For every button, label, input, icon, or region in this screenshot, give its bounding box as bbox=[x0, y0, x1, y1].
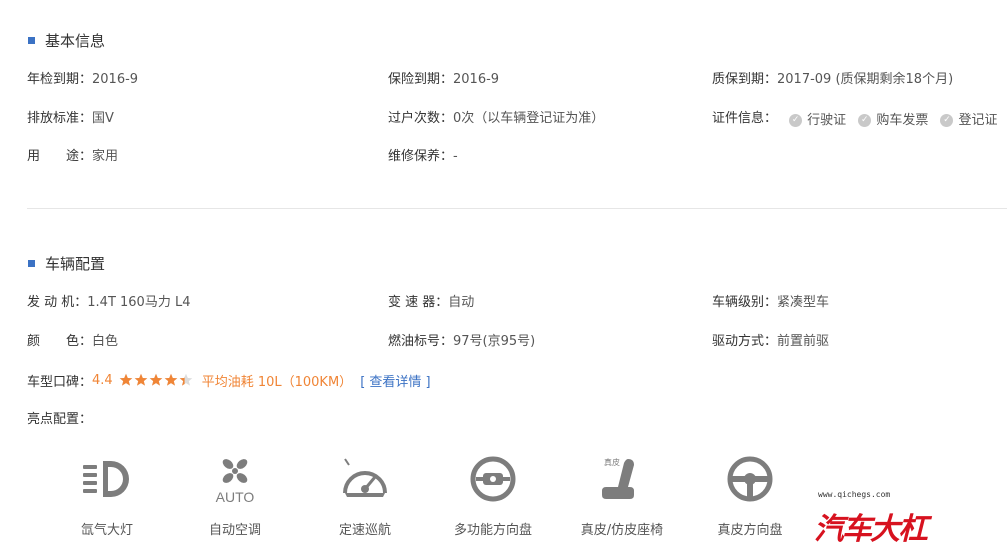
feature-name: 氙气大灯 bbox=[80, 523, 133, 538]
emission-standard: 排放标准：国V bbox=[27, 111, 114, 126]
basic-info-row-2: 排放标准：国V 过户次数：0次（以车辆登记证为准） 证件信息： ✓ 行驶证 ✓ 购车… bbox=[0, 109, 1007, 129]
leather-seat-icon: 真皮 bbox=[602, 457, 634, 499]
watermark-url: www.qichegs.com bbox=[818, 490, 891, 499]
certificate-driving-license: ✓ 行驶证 bbox=[789, 111, 846, 131]
certificate-registration: ✓ 登记证 bbox=[940, 111, 997, 131]
star-icon bbox=[119, 373, 133, 386]
warranty-expiry: 质保到期：2017-09 (质保期剩余18个月) bbox=[712, 72, 954, 87]
feature-name: 自动空调 bbox=[208, 523, 261, 538]
check-circle-icon: ✓ bbox=[940, 114, 954, 127]
feature-leather-wheel: 真皮方向盘 bbox=[695, 453, 805, 538]
usage: 用 途：家用 bbox=[27, 149, 119, 164]
engine: 发 动 机：1.4T 160马力 L4 bbox=[27, 295, 191, 310]
rating-score: 4.4 bbox=[92, 372, 113, 388]
check-circle-icon: ✓ bbox=[858, 114, 872, 127]
section-marker bbox=[28, 37, 35, 44]
feature-name: 多功能方向盘 bbox=[453, 523, 532, 538]
highlight-config-label: 亮点配置： bbox=[27, 412, 93, 427]
watermark-text: 汽车大杠 bbox=[814, 512, 928, 547]
basic-info-title: 基本信息 bbox=[28, 30, 105, 51]
certificate-purchase-invoice: ✓ 购车发票 bbox=[858, 111, 928, 131]
feature-auto-ac: AUTO 自动空调 bbox=[180, 453, 290, 538]
rating-stars bbox=[119, 373, 194, 387]
maintenance: 维修保养：- bbox=[388, 149, 458, 164]
fuel-grade: 燃油标号：97号(京95号) bbox=[388, 334, 536, 349]
vehicle-config-row-1: 发 动 机：1.4T 160马力 L4 变 速 器：自动 车辆级别：紧凑型车 bbox=[0, 293, 1007, 313]
leather-wheel-icon bbox=[727, 456, 773, 502]
transmission: 变 速 器：自动 bbox=[388, 295, 475, 310]
transfer-count: 过户次数：0次（以车辆登记证为准） bbox=[388, 111, 605, 126]
section-divider bbox=[27, 208, 1007, 209]
vehicle-class: 车辆级别：紧凑型车 bbox=[712, 295, 830, 310]
star-icon bbox=[134, 373, 148, 386]
feature-name: 定速巡航 bbox=[338, 523, 391, 538]
feature-name: 真皮/仿皮座椅 bbox=[580, 523, 664, 538]
star-icon bbox=[149, 373, 163, 386]
color: 颜 色：白色 bbox=[27, 334, 119, 349]
model-rating: 车型口碑： 4.4 平均油耗 10L（100KM） [ 查看详情 ] bbox=[27, 371, 431, 390]
site-watermark-logo: www.qichegs.com 汽车大杠 bbox=[814, 490, 974, 550]
feature-cruise-control: 定速巡航 bbox=[310, 453, 420, 538]
drive-type: 驱动方式：前置前驱 bbox=[712, 334, 830, 349]
multifunction-wheel-icon bbox=[470, 456, 516, 502]
cruise-control-icon bbox=[343, 458, 387, 497]
auto-ac-icon: AUTO bbox=[216, 459, 255, 505]
svg-text:AUTO: AUTO bbox=[216, 489, 255, 505]
xenon-headlight-icon bbox=[83, 461, 129, 497]
basic-info-row-1: 年检到期：2016-9 保险到期：2016-9 质保到期：2017-09 (质保… bbox=[0, 70, 1007, 90]
basic-info-row-3: 用 途：家用 维修保养：- bbox=[0, 147, 1007, 167]
vehicle-config-row-2: 颜 色：白色 燃油标号：97号(京95号) 驱动方式：前置前驱 bbox=[0, 332, 1007, 352]
feature-leather-seat: 真皮 真皮/仿皮座椅 bbox=[567, 453, 677, 538]
inspection-expiry: 年检到期：2016-9 bbox=[27, 72, 139, 87]
feature-xenon-headlight: 氙气大灯 bbox=[52, 453, 162, 538]
average-fuel-consumption: 平均油耗 10L（100KM） bbox=[201, 374, 353, 390]
certificate-info: 证件信息： ✓ 行驶证 ✓ 购车发票 ✓ 登记证 bbox=[712, 109, 997, 131]
star-icon bbox=[179, 373, 193, 386]
feature-name: 真皮方向盘 bbox=[717, 523, 783, 538]
section-marker bbox=[28, 260, 35, 267]
star-icon bbox=[164, 373, 178, 386]
insurance-expiry: 保险到期：2016-9 bbox=[388, 72, 500, 87]
svg-text:真皮: 真皮 bbox=[604, 457, 620, 467]
feature-multifunction-wheel: 多功能方向盘 bbox=[438, 453, 548, 538]
vehicle-config-title: 车辆配置 bbox=[28, 253, 105, 274]
view-details-link[interactable]: [ 查看详情 ] bbox=[360, 371, 430, 390]
check-circle-icon: ✓ bbox=[789, 114, 803, 127]
